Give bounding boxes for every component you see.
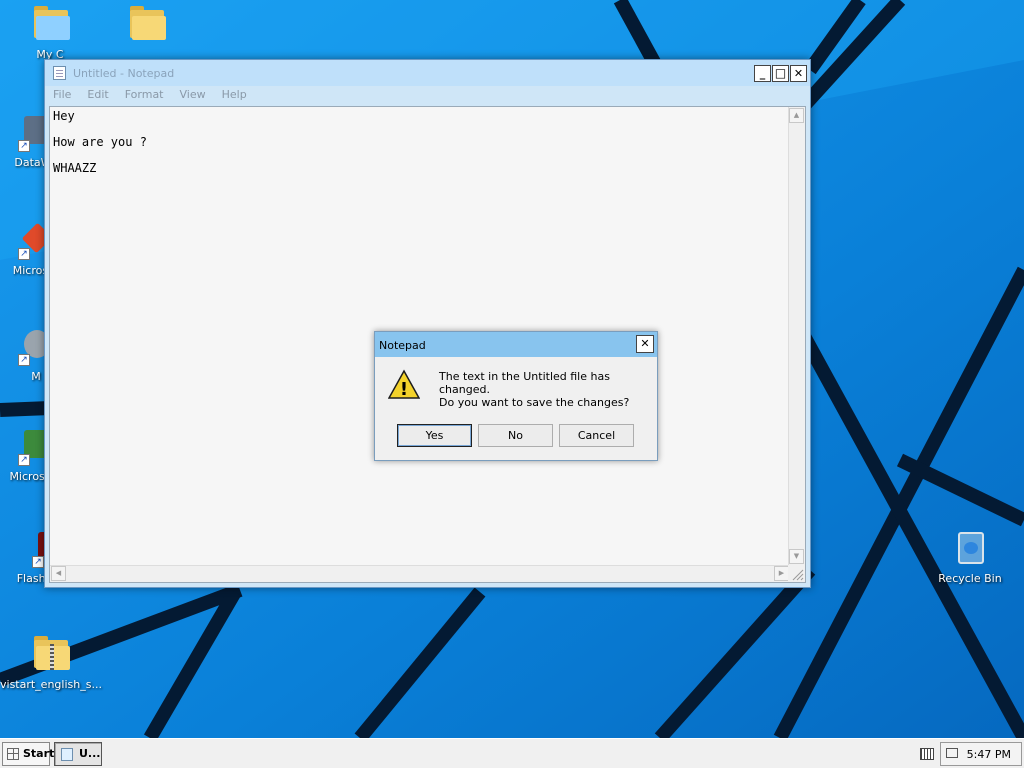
recycle-bin-icon — [950, 528, 990, 568]
menu-view[interactable]: View — [176, 88, 210, 101]
scroll-right-icon[interactable]: ▶ — [774, 566, 789, 581]
horizontal-scrollbar[interactable]: ◀ ▶ — [50, 565, 790, 582]
no-button[interactable]: No — [478, 424, 553, 447]
cancel-button[interactable]: Cancel — [559, 424, 634, 447]
menu-format[interactable]: Format — [121, 88, 168, 101]
dialog-title: Notepad — [379, 339, 426, 352]
notepad-window[interactable]: Untitled - Notepad _ □ ✕ File Edit Format V… — [44, 59, 811, 588]
vertical-scrollbar[interactable]: ▲ ▼ — [788, 107, 805, 565]
desktop-icon-recycle-bin[interactable]: Recycle Bin — [920, 528, 1020, 585]
desktop-icon-label: vistart_english_s... — [0, 678, 102, 691]
start-label: Start — [23, 747, 55, 760]
text-line: WHAAZZ — [53, 161, 97, 175]
minimize-button[interactable]: _ — [754, 65, 771, 82]
zip-folder-icon — [30, 634, 70, 674]
folder-icon — [126, 4, 166, 44]
menu-bar: File Edit Format View Help — [49, 88, 259, 106]
notepad-icon — [53, 66, 66, 80]
text-line: How are you ? — [53, 135, 147, 149]
network-icon[interactable] — [946, 748, 958, 758]
dialog-message: The text in the Untitled file has change… — [439, 370, 610, 396]
maximize-button[interactable]: □ — [772, 65, 789, 82]
svg-text:!: ! — [400, 379, 408, 400]
desktop-icon-vistart-zip[interactable]: vistart_english_s... — [0, 634, 102, 691]
taskbar-item-label: U... — [79, 747, 101, 760]
desktop-icon-label: M — [31, 370, 41, 383]
yes-button[interactable]: Yes — [397, 424, 472, 447]
folder-icon — [30, 4, 70, 44]
text-line: Hey — [53, 109, 75, 123]
keyboard-icon[interactable] — [920, 748, 934, 760]
close-button[interactable]: ✕ — [790, 65, 807, 82]
taskbar: Start U... 5:47 PM — [0, 738, 1024, 768]
menu-edit[interactable]: Edit — [83, 88, 112, 101]
notepad-titlebar[interactable]: Untitled - Notepad _ □ ✕ — [45, 60, 810, 86]
scroll-left-icon[interactable]: ◀ — [51, 566, 66, 581]
windows-logo-icon — [7, 748, 19, 760]
dialog-question: Do you want to save the changes? — [439, 396, 630, 409]
desktop-icon-label: Recycle Bin — [938, 572, 1002, 585]
dialog-titlebar[interactable]: Notepad ✕ — [375, 332, 657, 357]
taskbar-notepad-button[interactable]: U... — [54, 742, 102, 766]
resize-grip-icon[interactable] — [788, 565, 805, 582]
dialog-close-button[interactable]: ✕ — [636, 335, 654, 353]
scroll-down-icon[interactable]: ▼ — [789, 549, 804, 564]
scroll-up-icon[interactable]: ▲ — [789, 108, 804, 123]
desktop-icon-my-computer[interactable]: My C — [0, 4, 100, 61]
menu-help[interactable]: Help — [218, 88, 251, 101]
start-button[interactable]: Start — [2, 742, 54, 766]
save-changes-dialog[interactable]: Notepad ✕ ! The text in the Untitled fil… — [374, 331, 658, 461]
system-tray: 5:47 PM — [940, 742, 1022, 766]
clock[interactable]: 5:47 PM — [967, 748, 1011, 761]
menu-file[interactable]: File — [49, 88, 75, 101]
desktop-icon-folder[interactable] — [96, 4, 196, 48]
warning-icon: ! — [388, 369, 420, 400]
window-title: Untitled - Notepad — [73, 67, 175, 80]
notepad-icon — [61, 748, 73, 761]
